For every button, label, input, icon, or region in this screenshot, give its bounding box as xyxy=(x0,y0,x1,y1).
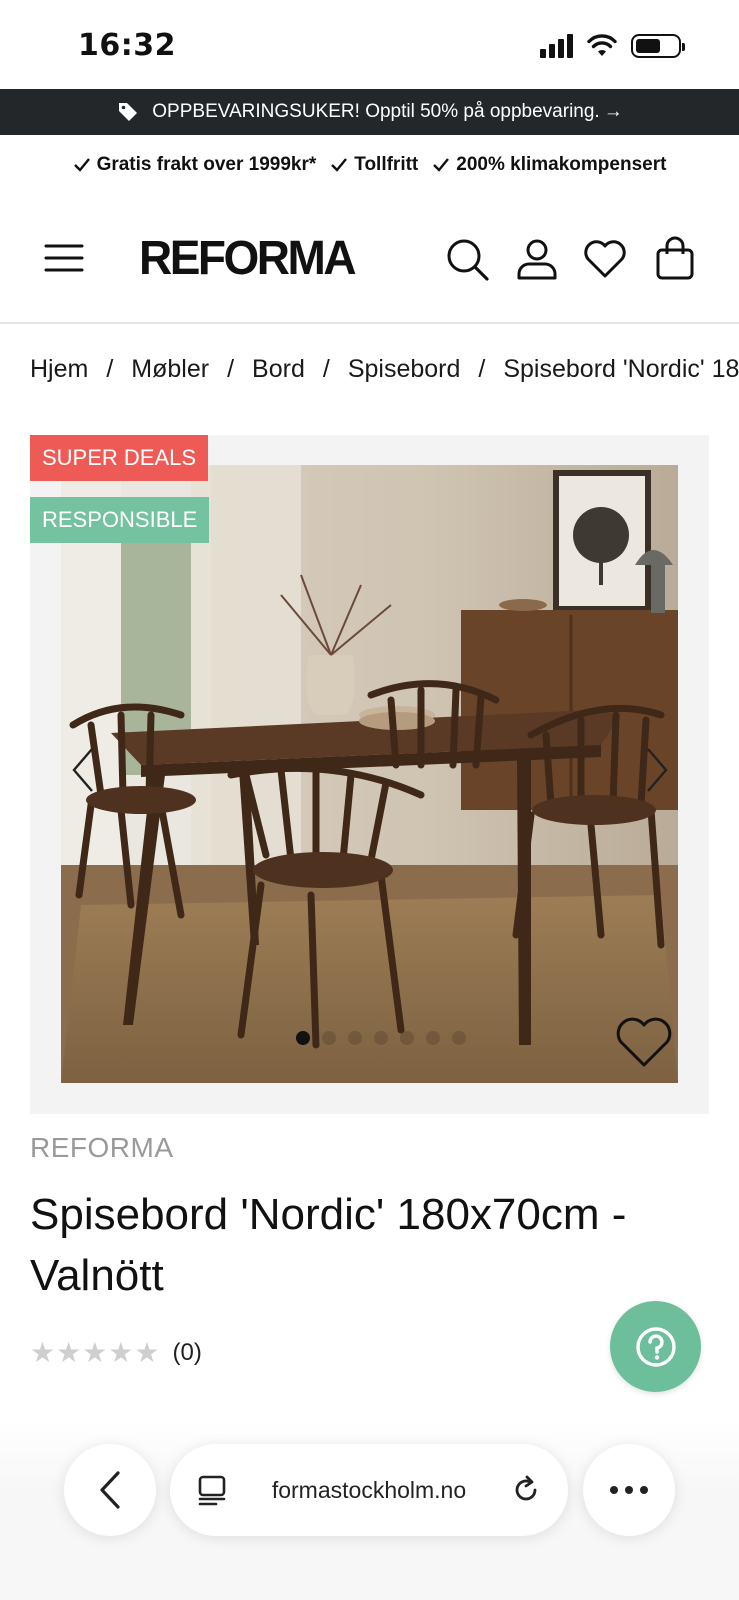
gallery-next-arrow[interactable] xyxy=(642,745,672,795)
search-icon[interactable] xyxy=(444,236,490,282)
reload-icon[interactable] xyxy=(510,1474,542,1506)
cellular-signal-icon xyxy=(540,34,573,58)
browser-more-button[interactable] xyxy=(583,1444,675,1536)
product-image[interactable] xyxy=(61,465,678,1083)
dining-room-photo xyxy=(61,465,678,1083)
gallery-dot[interactable] xyxy=(296,1031,310,1045)
gallery-dot[interactable] xyxy=(400,1031,414,1045)
checkmark-icon xyxy=(73,158,90,172)
super-deals-badge: SUPER DEALS xyxy=(30,435,209,481)
gallery-dot[interactable] xyxy=(426,1031,440,1045)
breadcrumb: Hjem / Møbler / Bord / Spisebord / Spisebord 'No… xyxy=(30,355,739,395)
promo-banner[interactable]: OPPBEVARINGSUKER! Opptil 50% på oppbevar… xyxy=(0,89,739,135)
usp-duty-free: Tollfritt xyxy=(330,154,418,176)
breadcrumb-home[interactable]: Hjem xyxy=(30,355,88,383)
gallery-dot[interactable] xyxy=(348,1031,362,1045)
wifi-icon xyxy=(587,34,617,56)
more-dots-icon xyxy=(610,1486,648,1494)
status-time: 16:32 xyxy=(78,28,176,63)
usp-climate: 200% klimakompensert xyxy=(432,154,666,176)
help-button[interactable] xyxy=(610,1301,701,1392)
usp-free-shipping: Gratis frakt over 1999kr* xyxy=(73,154,316,176)
site-logo[interactable]: REFORMA xyxy=(139,229,357,286)
checkmark-icon xyxy=(331,158,348,172)
breadcrumb-current: Spisebord 'Nordic' 180x70cm - Valnött xyxy=(503,355,739,383)
cart-icon[interactable] xyxy=(652,236,698,282)
url-text: formastockholm.no xyxy=(271,1476,467,1503)
checkmark-icon xyxy=(433,158,450,172)
account-icon[interactable] xyxy=(514,236,560,282)
add-to-wishlist-heart-icon[interactable] xyxy=(615,1015,673,1069)
battery-icon xyxy=(631,34,685,58)
product-brand[interactable]: REFORMA xyxy=(30,1132,174,1164)
status-bar: 16:32 xyxy=(0,0,739,90)
usp-row: Gratis frakt over 1999kr* Tollfritt 200%… xyxy=(0,147,739,183)
promo-text: OPPBEVARINGSUKER! Opptil 50% på oppbevar… xyxy=(152,101,600,122)
address-bar[interactable]: formastockholm.no xyxy=(170,1444,568,1536)
responsible-badge: RESPONSIBLE xyxy=(30,497,210,543)
breadcrumb-tables[interactable]: Bord xyxy=(252,355,305,383)
product-title: Spisebord 'Nordic' 180x70cm - Valnött xyxy=(30,1190,627,1300)
gallery-dot[interactable] xyxy=(374,1031,388,1045)
browser-toolbar: formastockholm.no xyxy=(0,1420,739,1600)
breadcrumb-furniture[interactable]: Møbler xyxy=(131,355,209,383)
product-rating[interactable]: ★★★★★ (0) xyxy=(30,1336,202,1369)
wishlist-icon[interactable] xyxy=(582,236,628,282)
site-header: REFORMA xyxy=(0,220,739,324)
gallery-prev-arrow[interactable] xyxy=(68,745,98,795)
menu-icon[interactable] xyxy=(44,240,84,276)
page-tabs-icon xyxy=(198,1475,226,1506)
gallery-dot[interactable] xyxy=(452,1031,466,1045)
review-count: (0) xyxy=(172,1338,202,1366)
browser-back-button[interactable] xyxy=(64,1444,156,1536)
tag-icon xyxy=(119,103,138,121)
status-icons xyxy=(540,34,685,58)
rating-stars-icon: ★★★★★ xyxy=(30,1336,161,1369)
gallery-dot[interactable] xyxy=(322,1031,336,1045)
breadcrumb-dining-tables[interactable]: Spisebord xyxy=(348,355,461,383)
promo-arrow: → xyxy=(603,101,623,122)
back-chevron-icon xyxy=(100,1471,120,1509)
gallery-pagination xyxy=(296,1031,466,1045)
question-icon xyxy=(635,1326,676,1367)
product-gallery[interactable]: SUPER DEALS RESPONSIBLE xyxy=(30,435,709,1114)
